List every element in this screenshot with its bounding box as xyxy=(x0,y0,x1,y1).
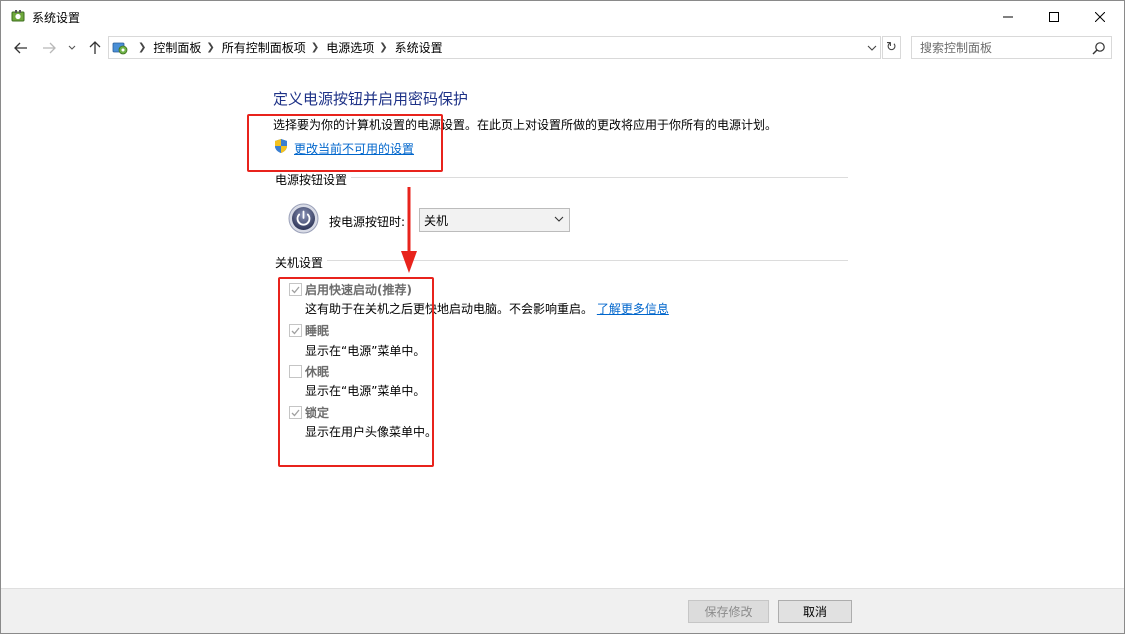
shutdown-group-label: 关机设置 xyxy=(275,254,328,271)
power-button-group-divider xyxy=(275,177,848,178)
up-button[interactable] xyxy=(85,38,105,58)
recent-locations-button[interactable] xyxy=(65,38,79,58)
arrow-left-icon xyxy=(14,42,27,54)
breadcrumb-item-all-items[interactable]: 所有控制面板项 xyxy=(222,39,306,56)
save-changes-button[interactable]: 保存修改 xyxy=(688,600,769,623)
shutdown-group-divider xyxy=(275,260,848,261)
chevron-down-icon xyxy=(554,216,564,222)
search-box[interactable] xyxy=(911,36,1112,59)
close-button[interactable] xyxy=(1077,1,1123,32)
maximize-button[interactable] xyxy=(1031,1,1077,32)
power-button-group-label: 电源按钮设置 xyxy=(275,171,352,188)
address-row: ❯ 控制面板 ❯ 所有控制面板项 ❯ 电源选项 ❯ 系统设置 ↻ xyxy=(1,34,1124,62)
power-button-action-label: 按电源按钮时: xyxy=(329,215,406,229)
power-button-action-select[interactable]: 关机 xyxy=(419,208,570,232)
chevron-right-icon[interactable]: ❯ xyxy=(379,42,387,53)
refresh-button[interactable]: ↻ xyxy=(882,36,901,59)
back-button[interactable] xyxy=(11,38,31,58)
page-title: 定义电源按钮并启用密码保护 xyxy=(273,90,469,108)
annotation-arrow-icon xyxy=(401,187,417,273)
minimize-button[interactable] xyxy=(985,1,1031,32)
annotation-box-link xyxy=(247,114,443,172)
footer: 保存修改 取消 xyxy=(1,589,1124,633)
minimize-icon xyxy=(1003,16,1013,17)
power-icon xyxy=(288,203,319,234)
control-panel-icon xyxy=(112,40,128,56)
annotation-box-shutdown-options xyxy=(278,277,434,467)
breadcrumb-item-power-options[interactable]: 电源选项 xyxy=(326,39,374,56)
chevron-down-icon xyxy=(68,45,76,50)
cancel-button[interactable]: 取消 xyxy=(778,600,852,623)
chevron-down-icon xyxy=(867,45,877,51)
chevron-right-icon: ❯ xyxy=(138,42,147,53)
power-button-action-value: 关机 xyxy=(424,213,449,228)
breadcrumb-item-control-panel[interactable]: 控制面板 xyxy=(153,39,201,56)
arrow-up-icon xyxy=(89,41,101,54)
learn-more-link[interactable]: 了解更多信息 xyxy=(597,302,669,316)
arrow-right-icon xyxy=(43,42,56,54)
power-options-app-icon xyxy=(10,8,26,24)
window-title: 系统设置 xyxy=(32,11,81,25)
address-history-button[interactable] xyxy=(865,41,879,55)
breadcrumb-item-system-settings[interactable]: 系统设置 xyxy=(395,39,443,56)
maximize-icon xyxy=(1049,11,1059,22)
search-icon[interactable] xyxy=(1092,41,1106,55)
breadcrumb: ❯ 控制面板 ❯ 所有控制面板项 ❯ 电源选项 ❯ 系统设置 xyxy=(133,37,443,58)
address-bar[interactable]: ❯ 控制面板 ❯ 所有控制面板项 ❯ 电源选项 ❯ 系统设置 xyxy=(108,36,881,59)
title-bar: 系统设置 xyxy=(1,1,1124,32)
system-settings-window: 系统设置 ❯ 控制面板 ❯ 所有控制面板项 ❯ 电源选项 ❯ 系统设置 ↻ 搜索… xyxy=(0,0,1125,634)
chevron-right-icon[interactable]: ❯ xyxy=(311,42,319,53)
close-icon xyxy=(1095,11,1105,22)
refresh-icon: ↻ xyxy=(886,40,897,55)
chevron-right-icon[interactable]: ❯ xyxy=(206,42,214,53)
search-input[interactable] xyxy=(912,37,1087,58)
forward-button[interactable] xyxy=(39,38,59,58)
